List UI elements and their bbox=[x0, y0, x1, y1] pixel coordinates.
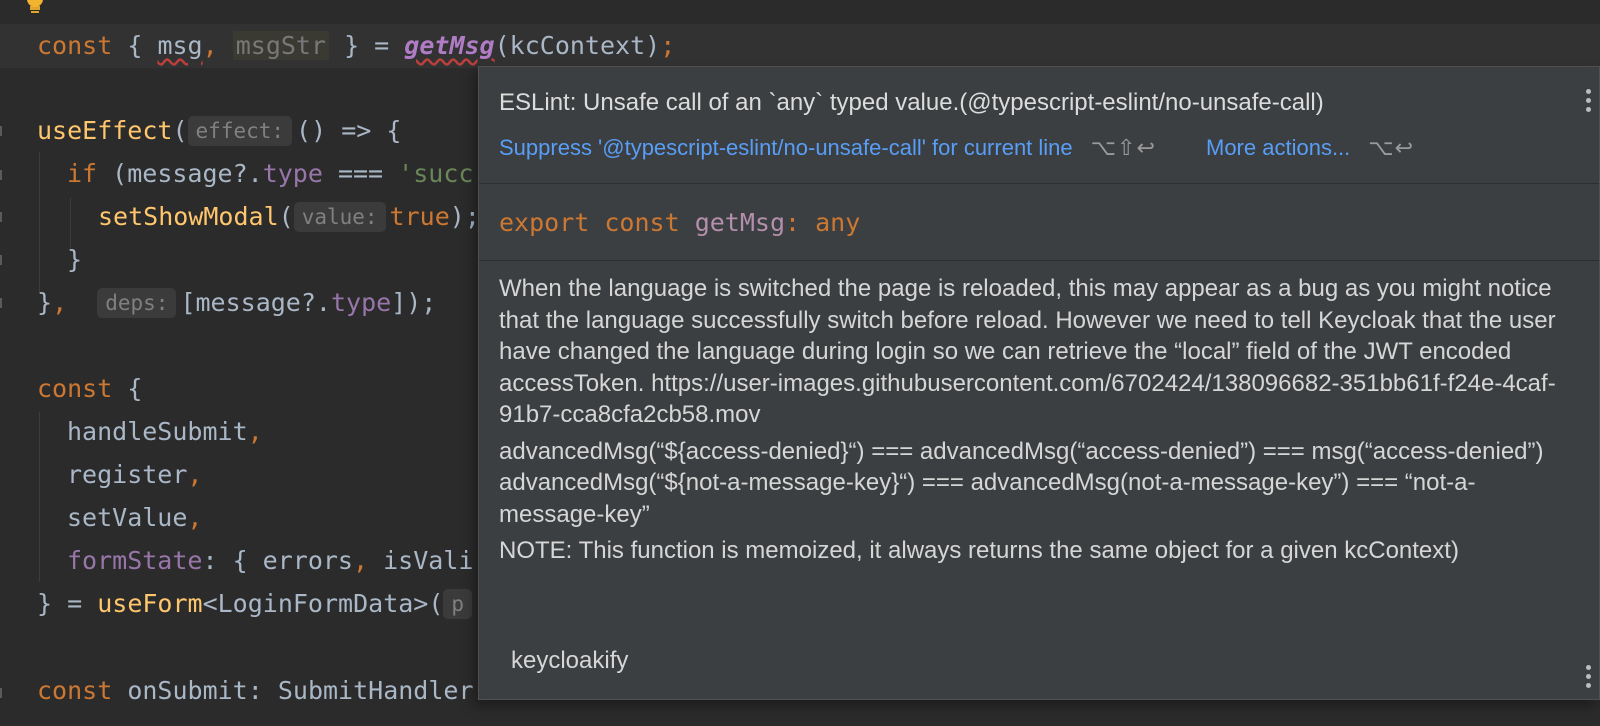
code-token: } bbox=[67, 245, 83, 274]
code-line-6[interactable]: }, deps: [message?.type]); bbox=[37, 285, 436, 321]
code-token: } = bbox=[329, 31, 405, 60]
function-name: useEffect bbox=[37, 116, 173, 145]
signature: export const getMsg: any bbox=[499, 208, 860, 237]
property: type bbox=[330, 288, 392, 317]
keyword: if bbox=[67, 159, 98, 188]
code-line-13[interactable]: const onSubmit: SubmitHandler bbox=[37, 673, 474, 709]
code-token: register bbox=[67, 460, 188, 489]
module-name[interactable]: keycloakify bbox=[511, 647, 628, 675]
code-token: [message?. bbox=[180, 288, 331, 317]
fold-marker[interactable] bbox=[0, 298, 7, 308]
code-token: : { errors bbox=[202, 546, 353, 575]
indent-guide bbox=[70, 198, 71, 248]
eslint-error-message: ESLint: Unsafe call of an `any` typed va… bbox=[499, 89, 1324, 116]
property: formState bbox=[67, 546, 203, 575]
signature-section: export const getMsg: any bbox=[479, 184, 1599, 261]
quick-fix-row: Suppress '@typescript-eslint/no-unsafe-c… bbox=[499, 135, 1414, 161]
code-token: ); bbox=[449, 202, 480, 231]
code-line-5[interactable]: } bbox=[67, 242, 82, 278]
fold-marker[interactable] bbox=[0, 688, 7, 698]
code-token: : SubmitHandler bbox=[247, 676, 474, 705]
fold-marker[interactable] bbox=[0, 170, 7, 180]
code-token: ]); bbox=[391, 288, 437, 317]
fold-marker[interactable] bbox=[0, 255, 7, 265]
fold-marker[interactable] bbox=[0, 126, 7, 136]
code-token: ( bbox=[278, 202, 294, 231]
code-line-3[interactable]: if (message?.type === 'succ bbox=[67, 156, 473, 192]
signature-colon: : bbox=[785, 208, 801, 237]
code-token: { bbox=[112, 374, 143, 403]
keyword: true bbox=[389, 202, 450, 231]
code-token: } bbox=[37, 288, 53, 317]
popup-header: ESLint: Unsafe call of an `any` typed va… bbox=[479, 67, 1599, 184]
code-token: (message?. bbox=[97, 159, 263, 188]
code-line-10[interactable]: setValue, bbox=[67, 500, 202, 536]
code-token: () => { bbox=[296, 116, 402, 145]
keyword: const bbox=[37, 31, 113, 60]
code-token: , bbox=[202, 31, 218, 60]
code-token: === bbox=[322, 159, 399, 188]
code-token: isVali bbox=[368, 546, 474, 575]
function-name: setShowModal bbox=[98, 202, 279, 231]
footer-options-icon[interactable] bbox=[1583, 663, 1593, 693]
more-actions-shortcut: ⌥↩ bbox=[1368, 135, 1415, 160]
code-line-12[interactable]: } = useForm<LoginFormData>(p bbox=[37, 586, 476, 622]
code-token: ( bbox=[172, 116, 188, 145]
more-actions-link[interactable]: More actions... bbox=[1206, 135, 1350, 160]
editor-top-strip bbox=[0, 0, 1600, 24]
keyword: const bbox=[37, 374, 113, 403]
doc-paragraph: NOTE: This function is memoized, it alwa… bbox=[499, 537, 1459, 564]
code-line-11[interactable]: formState: { errors, isVali bbox=[67, 543, 473, 579]
string-literal: 'succ bbox=[398, 159, 474, 188]
unused-variable: msgStr bbox=[232, 31, 330, 60]
more-options-icon[interactable] bbox=[1583, 87, 1593, 117]
code-token: , bbox=[187, 503, 203, 532]
indent-guide bbox=[39, 412, 40, 582]
parameter-hint: effect: bbox=[187, 116, 293, 146]
code-token: { bbox=[127, 31, 158, 60]
code-token: setValue bbox=[67, 503, 188, 532]
code-token: onSubmit bbox=[112, 676, 248, 705]
code-token: <LoginFormData>( bbox=[202, 589, 444, 618]
indent-guide bbox=[39, 152, 40, 292]
code-token: handleSubmit bbox=[67, 417, 248, 446]
fold-marker[interactable] bbox=[0, 212, 7, 222]
parameter-hint: p bbox=[443, 589, 473, 619]
quick-documentation-popup[interactable]: ESLint: Unsafe call of an `any` typed va… bbox=[478, 66, 1600, 700]
lightbulb-icon[interactable] bbox=[25, 0, 45, 16]
parameter-hint: deps: bbox=[97, 288, 177, 318]
signature-keyword: export const bbox=[499, 208, 680, 237]
code-line-8[interactable]: handleSubmit, bbox=[67, 414, 263, 450]
suppress-shortcut: ⌥⇧↩ bbox=[1090, 135, 1156, 160]
code-line-9[interactable]: register, bbox=[67, 457, 202, 493]
code-token: msg bbox=[157, 31, 203, 60]
code-line-7[interactable]: const { bbox=[37, 371, 142, 407]
signature-type: any bbox=[815, 208, 861, 237]
code-line-2[interactable]: useEffect(effect:() => { bbox=[37, 113, 401, 149]
keyword: const bbox=[37, 676, 113, 705]
suppress-link[interactable]: Suppress '@typescript-eslint/no-unsafe-c… bbox=[499, 135, 1073, 160]
code-token: , bbox=[187, 460, 203, 489]
error-token[interactable]: getMsg bbox=[404, 31, 494, 60]
code-token: , bbox=[247, 417, 263, 446]
code-token: (kcContext) bbox=[494, 31, 661, 60]
function-name: useForm bbox=[97, 589, 203, 618]
signature-name[interactable]: getMsg bbox=[695, 208, 785, 237]
code-token: , bbox=[352, 546, 369, 575]
code-line-1[interactable]: const { msg, msgStr } = getMsg(kcContext… bbox=[37, 28, 675, 64]
documentation-body: When the language is switched the page i… bbox=[499, 273, 1569, 572]
code-token: } = bbox=[37, 589, 98, 618]
doc-paragraph: When the language is switched the page i… bbox=[499, 275, 1556, 428]
code-token: ; bbox=[660, 31, 676, 60]
code-token: , bbox=[52, 288, 68, 317]
code-line-4[interactable]: setShowModal(value: true); bbox=[98, 199, 480, 235]
doc-paragraph: advancedMsg(“${access-denied}“) === adva… bbox=[499, 437, 1544, 528]
property: type bbox=[262, 159, 323, 188]
parameter-hint: value: bbox=[293, 202, 386, 232]
